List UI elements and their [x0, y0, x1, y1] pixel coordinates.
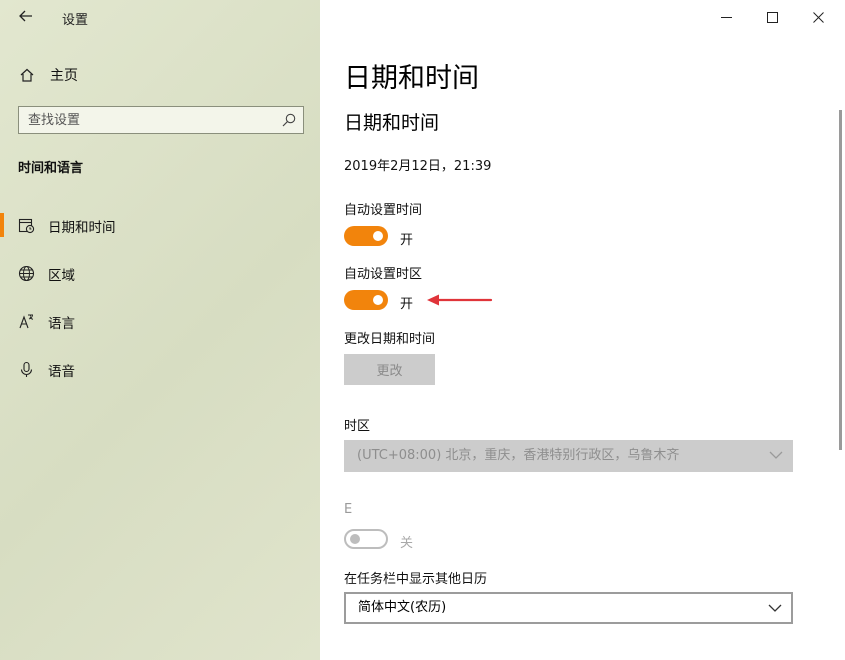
home-icon — [18, 66, 36, 84]
change-button[interactable]: 更改 — [344, 354, 435, 385]
annotation-arrow-icon — [427, 294, 493, 306]
close-button[interactable] — [795, 0, 841, 34]
dst-toggle[interactable] — [344, 529, 388, 549]
maximize-button[interactable] — [749, 0, 795, 34]
dst-label: E — [344, 502, 353, 517]
auto-timezone-toggle[interactable] — [344, 290, 388, 310]
back-button[interactable] — [14, 6, 38, 30]
toggle-knob — [373, 231, 383, 241]
auto-timezone-state: 开 — [400, 297, 414, 312]
calendar-value: 简体中文(农历) — [358, 600, 447, 615]
scrollbar[interactable] — [839, 110, 842, 450]
minimize-button[interactable] — [703, 0, 749, 34]
auto-time-toggle[interactable] — [344, 226, 388, 246]
sidebar-item-language[interactable]: 语言 — [0, 303, 320, 339]
dst-state: 关 — [400, 536, 414, 551]
auto-timezone-label: 自动设置时区 — [344, 267, 423, 282]
sidebar-item-date-time[interactable]: 日期和时间 — [0, 207, 320, 243]
timezone-value: (UTC+08:00) 北京，重庆，香港特别行政区，乌鲁木齐 — [357, 448, 680, 463]
sidebar-item-label: 区域 — [48, 268, 75, 284]
sidebar-item-region[interactable]: 区域 — [0, 255, 320, 291]
change-datetime-label: 更改日期和时间 — [344, 332, 436, 347]
sidebar-item-label: 语音 — [48, 364, 75, 380]
sidebar: 设置 主页 时间和语言 日期和时间 区域 语言 语音 — [0, 0, 320, 660]
search-input[interactable] — [19, 107, 269, 133]
current-datetime: 2019年2月12日，21:39 — [344, 159, 492, 174]
sidebar-item-label: 语言 — [48, 316, 75, 332]
chevron-down-icon — [768, 604, 782, 612]
section-title: 日期和时间 — [344, 112, 440, 134]
sidebar-item-label: 日期和时间 — [48, 220, 116, 236]
timezone-dropdown[interactable]: (UTC+08:00) 北京，重庆，香港特别行政区，乌鲁木齐 — [344, 440, 793, 472]
globe-icon — [17, 264, 35, 282]
maximize-icon — [766, 11, 778, 23]
toggle-knob — [373, 295, 383, 305]
search-icon[interactable] — [281, 112, 297, 128]
auto-time-label: 自动设置时间 — [344, 203, 423, 218]
page-title: 日期和时间 — [344, 63, 479, 94]
timezone-label: 时区 — [344, 419, 371, 434]
toggle-knob — [350, 534, 360, 544]
selected-indicator — [0, 213, 4, 237]
calendar-clock-icon — [17, 216, 35, 234]
sidebar-item-speech[interactable]: 语音 — [0, 351, 320, 387]
home-nav-item[interactable]: 主页 — [18, 64, 78, 86]
calendar-dropdown[interactable]: 简体中文(农历) — [344, 592, 793, 624]
home-label: 主页 — [50, 68, 78, 84]
chevron-down-icon — [769, 451, 783, 459]
auto-time-state: 开 — [400, 233, 414, 248]
minimize-icon — [720, 16, 732, 18]
back-arrow-icon — [19, 10, 32, 22]
calendar-label: 在任务栏中显示其他日历 — [344, 572, 488, 587]
search-box[interactable] — [18, 106, 304, 134]
main-content: 日期和时间 日期和时间 2019年2月12日，21:39 自动设置时间 开 自动… — [320, 0, 845, 660]
microphone-icon — [17, 360, 35, 378]
app-title: 设置 — [62, 13, 89, 28]
close-icon — [812, 11, 824, 23]
language-icon — [17, 312, 35, 330]
section-heading: 时间和语言 — [18, 161, 84, 176]
